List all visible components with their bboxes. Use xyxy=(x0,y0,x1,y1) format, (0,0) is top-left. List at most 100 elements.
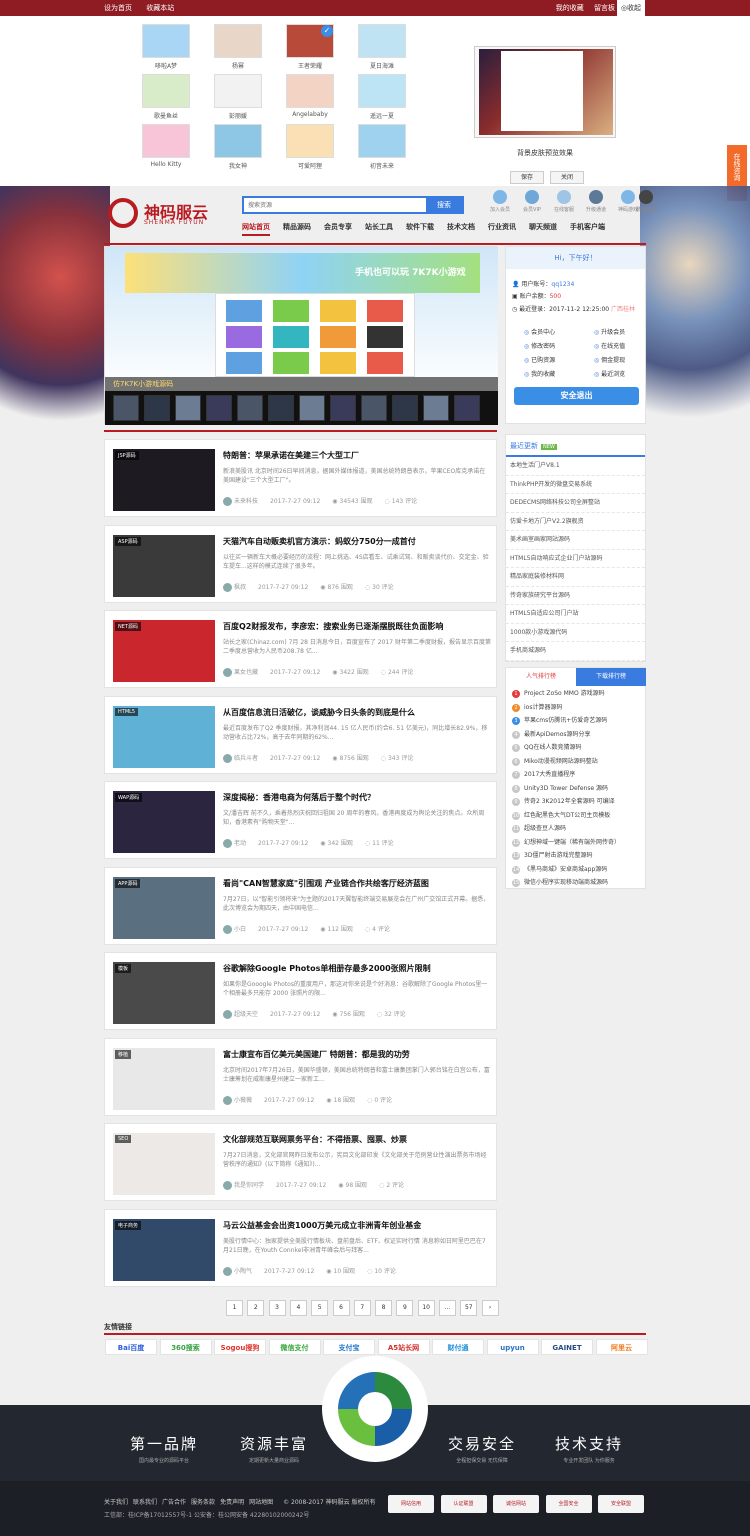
post-card[interactable]: APP源码 看尚"CAN智慧家庭"引围观 产业链合作共绘客厅经济蓝图 7月27日，以… xyxy=(104,866,497,945)
slider-thumb[interactable] xyxy=(113,395,139,421)
friend-link[interactable]: 支付宝 xyxy=(323,1339,375,1355)
post-card[interactable]: ASP源码 天猫汽车自动贩卖机官方演示：蚂蚁分750分一成首付 以往买一辆新车大概必… xyxy=(104,524,497,603)
skin-option[interactable]: 初音未来 xyxy=(358,124,406,170)
post-title[interactable]: 马云公益基金会出资1000万美元成立非洲青年创业基金 xyxy=(223,1220,493,1231)
post-card[interactable]: 电子商务 马云公益基金会出资1000万美元成立非洲青年创业基金 美股行情中心：独家提… xyxy=(104,1208,497,1287)
ranking-item[interactable]: 2 ios计算器源码 xyxy=(512,702,562,712)
skin-option[interactable]: 杨幂 xyxy=(214,24,262,70)
recent-item[interactable]: HTML5自适应公司门户站 xyxy=(506,605,645,624)
post-author[interactable]: 果女也藏 xyxy=(234,669,258,676)
ranking-item[interactable]: 3 苹果cms仿腾讯+仿爱奇艺源码 xyxy=(512,715,607,725)
nav-item[interactable]: 会员专享 xyxy=(324,222,352,234)
friend-link[interactable]: 微信支付 xyxy=(268,1339,321,1355)
friend-link[interactable]: Bai百度 xyxy=(105,1339,157,1355)
quick-link[interactable]: 鹏程资源 xyxy=(630,190,662,213)
post-title[interactable]: 百度Q2财报发布，李彦宏：搜索业务已逐渐摆脱既往负面影响 xyxy=(223,621,493,632)
ranking-item[interactable]: 6 Miko动漫视频网站源码整站 xyxy=(512,756,598,766)
post-author[interactable]: 超级天空 xyxy=(234,1011,258,1018)
skin-option[interactable]: 彭丽媛 xyxy=(214,74,262,120)
post-card[interactable]: 移植 富士康宣布百亿美元美国建厂 特朗普：都是我的功劳 北京时间2017年7月26日… xyxy=(104,1037,497,1116)
recent-item[interactable]: 仿爱卡地方门户V2.2旗舰资 xyxy=(506,513,645,531)
footer-link[interactable]: 服务条款 xyxy=(191,1499,215,1506)
post-title[interactable]: 从百度信息流日活破亿，谈威胁今日头条的到底是什么 xyxy=(223,707,493,718)
slider-thumb[interactable] xyxy=(423,395,449,421)
recent-item[interactable]: 精品家庭装修材料网 xyxy=(506,568,645,587)
slider-thumb[interactable] xyxy=(144,395,170,421)
slider-thumb[interactable] xyxy=(454,395,480,421)
post-thumbnail[interactable]: 电子商务 xyxy=(113,1218,215,1281)
post-thumbnail[interactable]: 模板 xyxy=(113,962,215,1024)
set-home-link[interactable]: 设为首页 xyxy=(104,4,132,12)
skin-option[interactable]: Hello Kitty xyxy=(142,124,190,168)
add-favorite-link[interactable]: 收藏本站 xyxy=(146,4,174,12)
post-thumbnail[interactable]: WAP源码 xyxy=(113,791,215,853)
post-card[interactable]: HTML5 从百度信息流日活破亿，谈威胁今日头条的到底是什么 最近百度发布了Q2 季… xyxy=(104,695,497,774)
cert-badge[interactable]: 全国安全 xyxy=(545,1495,592,1513)
post-author[interactable]: 我是你同学 xyxy=(234,1182,264,1189)
tab-hot-ranking[interactable]: 人气排行榜 xyxy=(506,668,576,686)
slider-thumb[interactable] xyxy=(330,395,356,421)
footer-link[interactable]: 网站地图 xyxy=(249,1499,273,1506)
footer-link[interactable]: 免责声明 xyxy=(220,1499,244,1506)
nav-item[interactable]: 行业资讯 xyxy=(488,222,516,234)
post-card[interactable]: SEO 文化部规范互联网票务平台：不得捂票、囤票、炒票 7月27日消息，文化部官网昨… xyxy=(104,1123,497,1201)
nav-item[interactable]: 软件下载 xyxy=(406,222,434,234)
cert-badge[interactable]: 诚信网站 xyxy=(493,1495,539,1513)
user-link[interactable]: 会员中心 xyxy=(524,327,555,336)
quick-link[interactable]: 在线客服 xyxy=(548,190,580,213)
ranking-item[interactable]: 9 传奇2 3K2012年全套源码 可编译 xyxy=(512,796,615,806)
ranking-item[interactable]: 14 《黑马商城》安卓商城app源码 xyxy=(512,864,607,874)
friend-link[interactable]: Sogou搜狗 xyxy=(214,1339,266,1355)
fold-skin-button[interactable]: ◎收起 xyxy=(617,0,645,16)
post-author[interactable]: 小白 xyxy=(234,926,246,933)
page-button[interactable]: 4 xyxy=(289,1300,307,1316)
recent-item[interactable]: HTML5自动响应式企业门户站源码 xyxy=(506,550,645,568)
friend-link[interactable]: upyun xyxy=(486,1339,539,1355)
recent-item[interactable]: 美术画室画家网站源码 xyxy=(506,531,645,550)
skin-option[interactable]: 夏日海滩 xyxy=(358,24,406,70)
cert-badge[interactable]: 认证联盟 xyxy=(440,1495,487,1513)
post-thumbnail[interactable]: HTML5 xyxy=(113,705,215,768)
quick-link[interactable]: 升级通道 xyxy=(580,190,612,213)
page-button[interactable]: 9 xyxy=(396,1300,414,1316)
recent-item[interactable]: 传奇家族研究平台源码 xyxy=(506,587,645,605)
slider-thumb[interactable] xyxy=(299,395,325,421)
friend-link[interactable]: 阿里云 xyxy=(595,1339,648,1355)
user-link[interactable]: 修改密码 xyxy=(524,341,555,350)
user-link[interactable]: 最近浏览 xyxy=(594,369,625,378)
page-button[interactable]: 3 xyxy=(268,1300,286,1316)
page-button[interactable]: 8 xyxy=(375,1300,393,1316)
cert-badge[interactable]: 安全联盟 xyxy=(598,1495,644,1513)
post-author[interactable]: 小陶气 xyxy=(234,1268,252,1275)
nav-item[interactable]: 聊天频道 xyxy=(529,222,557,234)
nav-item[interactable]: 网站首页 xyxy=(242,222,270,236)
post-card[interactable]: NET源码 百度Q2财报发布，李彦宏：搜索业务已逐渐摆脱既往负面影响 站长之家(Ch… xyxy=(104,610,497,688)
recent-item[interactable]: ThinkPHP开发的微盘交易系统 xyxy=(506,476,645,494)
recent-item[interactable]: 手机商城源码 xyxy=(506,642,645,661)
tab-download-ranking[interactable]: 下载排行榜 xyxy=(576,668,646,686)
my-favorites-link[interactable]: 我的收藏 xyxy=(556,4,584,12)
friend-link[interactable]: GAINET xyxy=(541,1339,593,1355)
post-thumbnail[interactable]: NET源码 xyxy=(113,620,215,682)
nav-item[interactable]: 精品源码 xyxy=(283,222,311,234)
friend-link[interactable]: A5站长网 xyxy=(377,1339,430,1355)
post-author[interactable]: 老动 xyxy=(234,840,246,847)
post-title[interactable]: 天猫汽车自动贩卖机官方演示：蚂蚁分750分一成首付 xyxy=(223,536,493,547)
page-button[interactable]: 2 xyxy=(247,1300,265,1316)
featured-slider[interactable]: 手机也可以玩 7K7K小游戏 仿7K7K小游戏源码 xyxy=(104,246,498,425)
post-thumbnail[interactable]: ASP源码 xyxy=(113,534,215,597)
page-button[interactable]: 57 xyxy=(460,1300,478,1316)
slider-thumb[interactable] xyxy=(206,395,232,421)
skin-option[interactable]: 歌曼鱼丝 xyxy=(142,74,190,120)
post-author[interactable]: 小薇薇 xyxy=(234,1097,252,1104)
ranking-item[interactable]: 5 QQ在线人数竞猜源码 xyxy=(512,742,581,752)
post-title[interactable]: 深度揭秘：香港电商为何落后于整个时代？ xyxy=(223,792,493,803)
search-button[interactable]: 搜索 xyxy=(426,198,462,212)
ranking-item[interactable]: 13 3D僵尸射击游戏完整源码 xyxy=(512,850,592,860)
slider-thumb[interactable] xyxy=(175,395,201,421)
recent-item[interactable]: 本地生活门户V8.1 xyxy=(506,457,645,476)
post-thumbnail[interactable]: JSP源码 xyxy=(113,449,215,511)
guestbook-link[interactable]: 留言板 xyxy=(594,4,615,12)
skin-option[interactable]: 可爱阿狸 xyxy=(286,124,334,170)
slider-thumb[interactable] xyxy=(237,395,263,421)
